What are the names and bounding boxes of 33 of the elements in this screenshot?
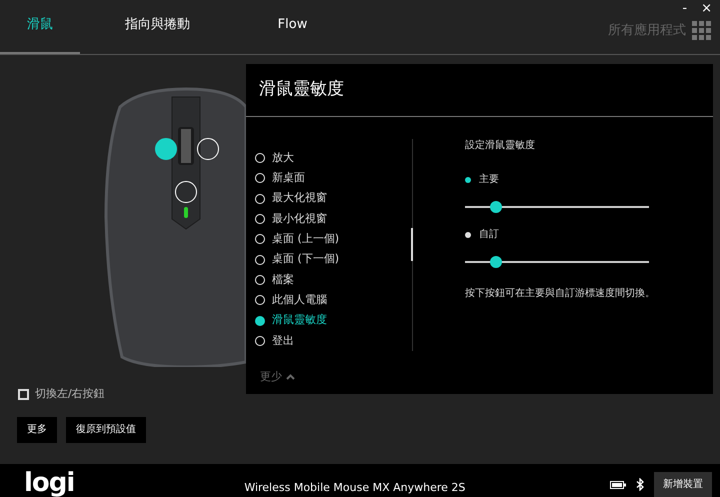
close-button[interactable]: × [699,0,714,18]
slider-thumb[interactable] [490,256,502,268]
scrollbar-thumb[interactable] [411,228,413,261]
action-option[interactable]: 滑鼠靈敏度 [255,310,412,331]
bluetooth-icon [636,478,644,491]
action-option[interactable]: 放大 [255,148,412,168]
minimize-button[interactable]: - [680,0,690,18]
show-less-button[interactable]: 更少 [260,368,295,386]
hint-text: 按下按鈕可在主要與自訂游標速度間切換。 [465,286,655,301]
action-option[interactable]: 最小化視窗 [255,208,412,230]
app-grid-icon[interactable] [692,20,711,40]
section-title: 設定滑鼠靈敏度 [465,138,536,153]
add-device-button[interactable]: 新增裝置 [654,472,712,497]
action-option[interactable]: 最大化視窗 [255,188,412,209]
action-option[interactable]: 登出 [255,330,412,351]
device-name: Wireless Mobile Mouse MX Anywhere 2S [244,480,466,496]
more-button[interactable]: 更多 [17,416,57,442]
battery-icon [610,480,626,488]
slider-thumb[interactable] [490,201,502,213]
tab[interactable]: 指向與捲動 [100,11,215,54]
tab[interactable]: Flow [235,11,350,54]
action-option[interactable]: 檔案 [255,270,412,290]
speed-option[interactable]: 主要 [465,172,655,187]
checkbox[interactable] [18,388,29,400]
panel-title: 滑鼠靈敏度 [246,64,713,117]
action-option[interactable]: 此個人電腦 [255,290,412,310]
chevron-up-icon [286,374,295,380]
reset-defaults-button[interactable]: 復原到預設值 [66,416,146,442]
logo: logi [24,469,74,497]
speed-option[interactable]: 自訂 [465,227,655,242]
tab[interactable]: 滑鼠 [0,11,80,54]
action-option[interactable]: 新桌面 [255,168,412,189]
checkbox-label: 切換左/右按鈕 [35,386,105,402]
